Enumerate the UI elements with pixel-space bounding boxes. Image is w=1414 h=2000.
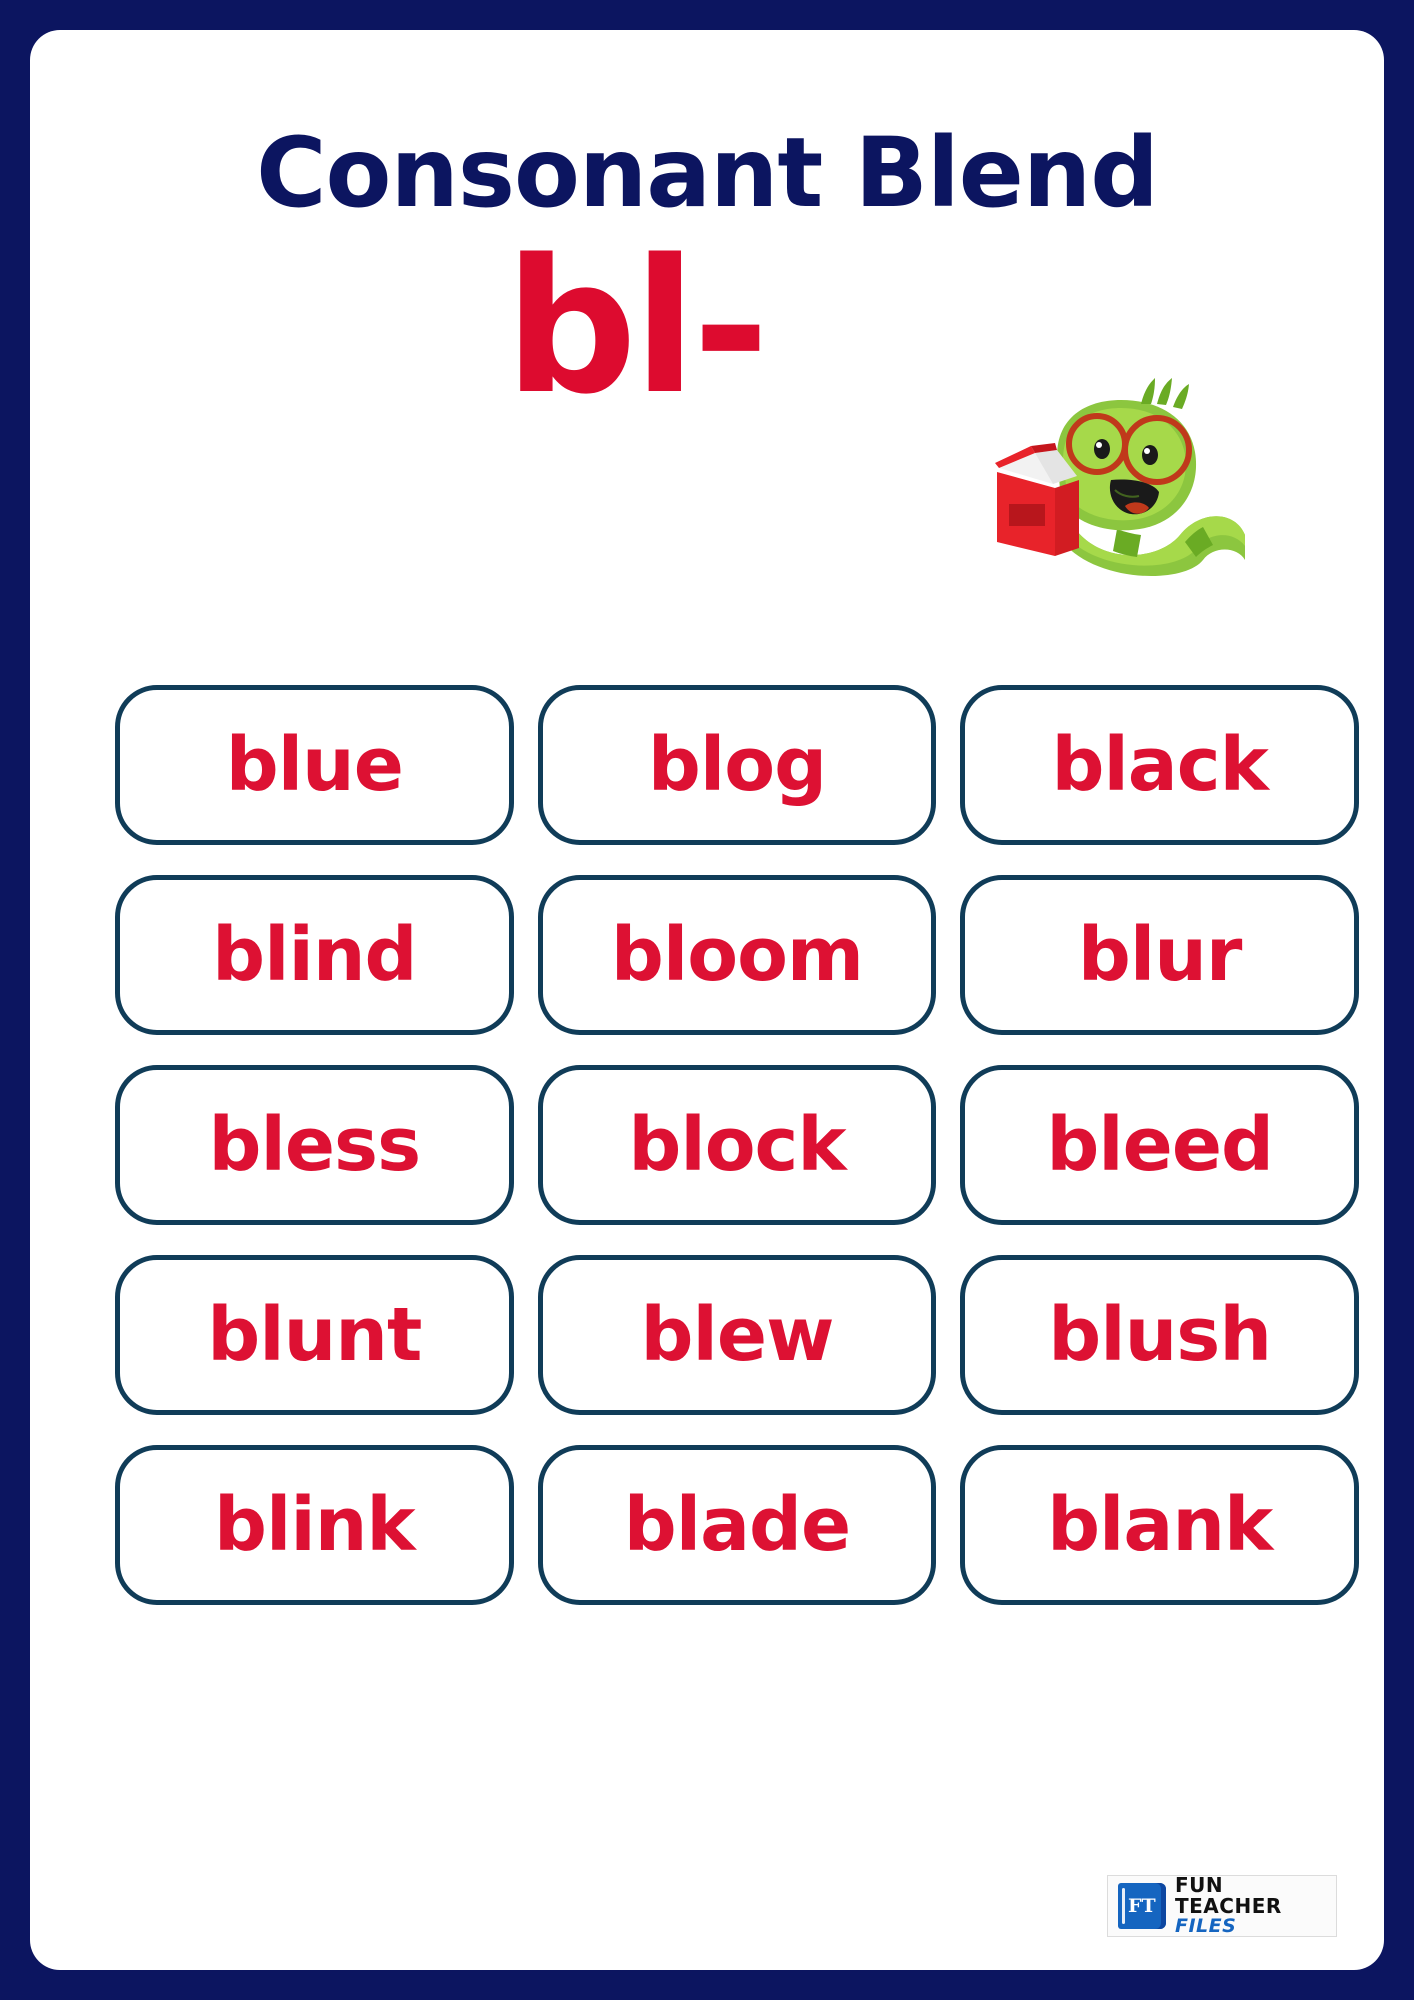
word-card-label: blew <box>640 1292 835 1378</box>
word-card-label: block <box>628 1102 846 1188</box>
word-card-label: blind <box>212 912 417 998</box>
worksheet-page: Consonant Blend bl- blue blog black blin… <box>0 0 1414 2000</box>
word-card[interactable]: bleed <box>960 1065 1359 1225</box>
brand-logo-text: FUN TEACHER FILES <box>1175 1875 1336 1937</box>
brand-name-line2: FILES <box>1175 1915 1237 1938</box>
word-card-label: blank <box>1047 1482 1273 1568</box>
book-icon: FT <box>1118 1883 1166 1929</box>
page-title: Consonant Blend <box>256 117 1159 229</box>
word-card[interactable]: bless <box>115 1065 514 1225</box>
blend-heading: bl- <box>504 219 770 435</box>
bookworm-reading-icon <box>945 360 1255 580</box>
word-card[interactable]: blush <box>960 1255 1359 1415</box>
word-card-label: bloom <box>610 912 864 998</box>
word-card-label: blog <box>647 722 827 808</box>
word-card[interactable]: blog <box>537 685 937 845</box>
word-card-label: blur <box>1077 912 1243 998</box>
brand-logo: FT FUN TEACHER FILES <box>1107 1875 1337 1937</box>
word-card-label: blade <box>623 1482 851 1568</box>
word-card-label: bleed <box>1046 1102 1274 1188</box>
word-card-label: blush <box>1048 1292 1272 1378</box>
word-card-label: blunt <box>207 1292 422 1378</box>
worksheet-panel: Consonant Blend bl- blue blog black blin… <box>30 30 1384 1970</box>
word-card[interactable]: blade <box>537 1445 937 1605</box>
word-card[interactable]: black <box>960 685 1359 845</box>
word-card[interactable]: block <box>537 1065 937 1225</box>
word-card[interactable]: blunt <box>115 1255 514 1415</box>
word-card-label: black <box>1051 722 1268 808</box>
word-card[interactable]: blink <box>115 1445 514 1605</box>
word-card-label: blue <box>225 722 404 808</box>
word-card[interactable]: blank <box>960 1445 1359 1605</box>
word-card-grid: blue blog black blind bloom blur bless b… <box>115 685 1359 1605</box>
word-card[interactable]: blue <box>115 685 514 845</box>
word-card[interactable]: bloom <box>537 875 937 1035</box>
brand-mark-label: FT <box>1128 1895 1156 1917</box>
word-card[interactable]: blur <box>960 875 1359 1035</box>
word-card[interactable]: blew <box>537 1255 937 1415</box>
brand-name-line1: FUN TEACHER <box>1175 1873 1282 1919</box>
word-card-label: blink <box>214 1482 416 1568</box>
word-card[interactable]: blind <box>115 875 514 1035</box>
word-card-label: bless <box>208 1102 422 1188</box>
